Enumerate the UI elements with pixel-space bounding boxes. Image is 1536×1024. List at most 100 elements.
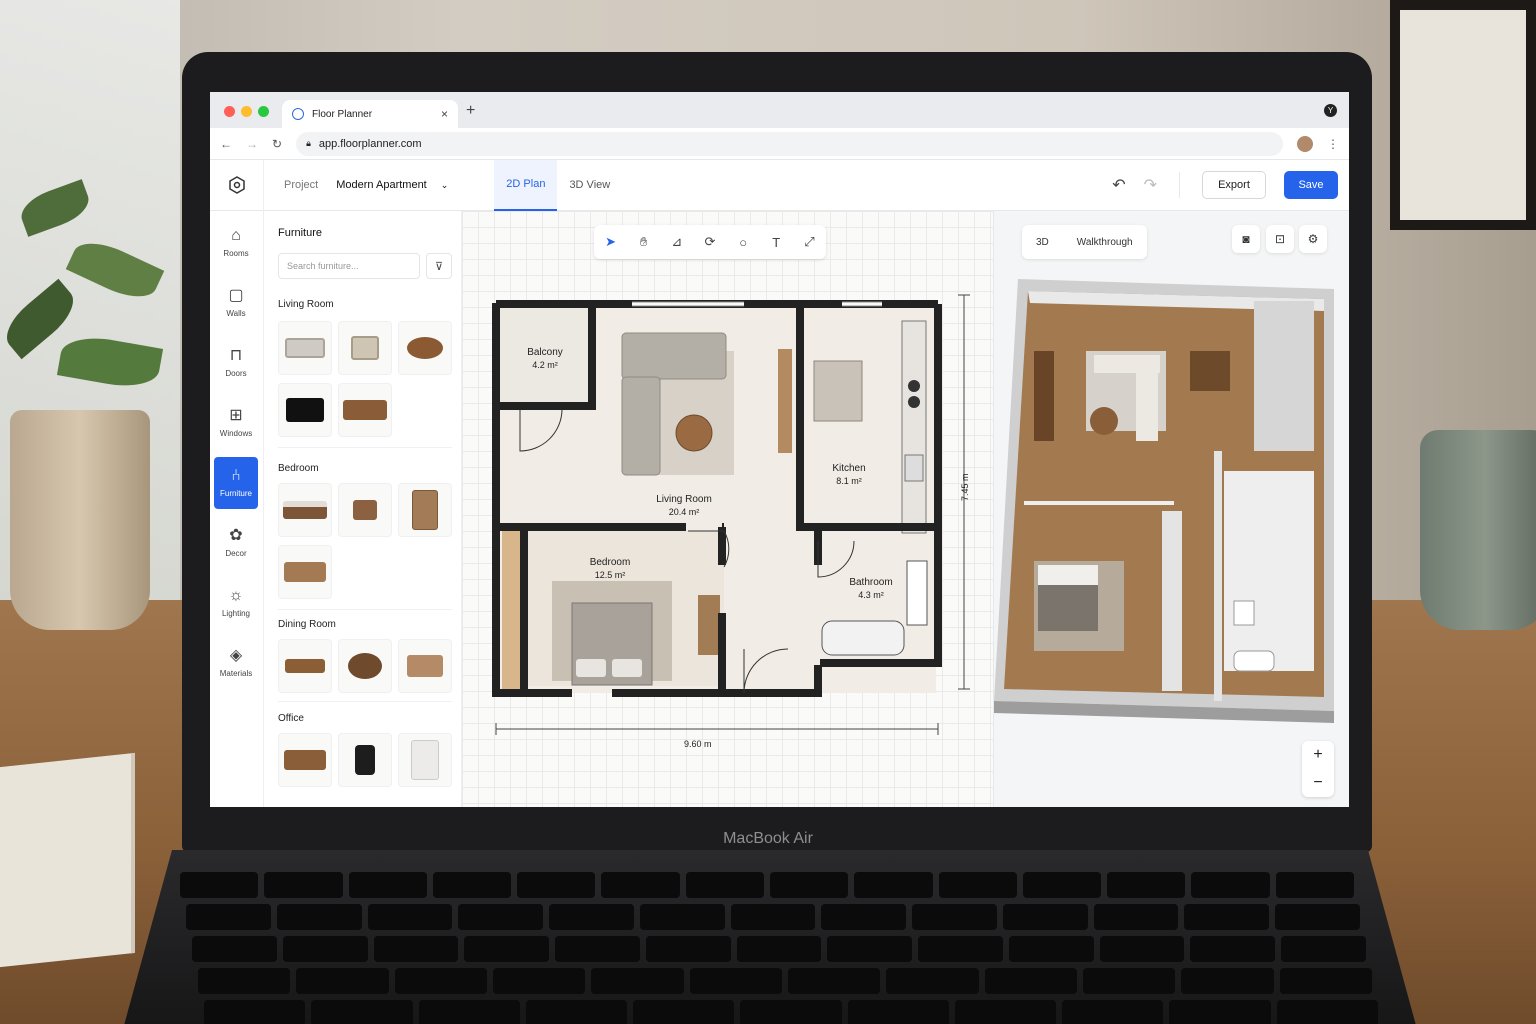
rail-item-label: Doors bbox=[225, 369, 247, 378]
filter-icon[interactable]: ⊽ bbox=[426, 253, 452, 279]
avatar[interactable] bbox=[1297, 135, 1313, 152]
keyboard-key bbox=[1002, 904, 1088, 930]
tab-close-button[interactable]: × bbox=[441, 107, 448, 121]
keyboard bbox=[160, 872, 1380, 1024]
rail-item-walls[interactable]: ▢ Walls bbox=[214, 277, 258, 329]
rail-item-label: Furniture bbox=[219, 489, 252, 498]
rail-item-doors[interactable]: ⊓ Doors bbox=[214, 337, 258, 389]
keyboard-key bbox=[1099, 936, 1185, 962]
item-dresser[interactable] bbox=[278, 545, 332, 599]
room-label-kitchen[interactable]: Kitchen 8.1 m² bbox=[819, 463, 879, 486]
3d-render[interactable] bbox=[994, 271, 1349, 741]
mode-3d[interactable]: 3D bbox=[1022, 237, 1063, 248]
keyboard-key bbox=[296, 968, 389, 994]
project-selector[interactable]: Modern Apartment ⌄ bbox=[336, 179, 448, 191]
tab-title: Floor Planner bbox=[312, 108, 373, 120]
screen: Floor Planner × + Y ← → ↻ 🔒︎ app.floorpl… bbox=[210, 92, 1349, 807]
keyboard-key bbox=[394, 968, 487, 994]
close-window-button[interactable] bbox=[224, 106, 235, 117]
keyboard-key bbox=[276, 904, 362, 930]
keyboard-key bbox=[730, 904, 816, 930]
gear-icon[interactable]: ⚙ bbox=[1299, 225, 1327, 253]
item-office-chair[interactable] bbox=[338, 733, 392, 787]
keyboard-key bbox=[886, 968, 979, 994]
keyboard-key bbox=[736, 936, 822, 962]
keyboard-key bbox=[954, 1000, 1057, 1024]
save-button[interactable]: Save bbox=[1284, 171, 1338, 199]
search-input[interactable]: Search furniture... bbox=[278, 253, 420, 279]
item-dining-table[interactable] bbox=[278, 639, 332, 693]
keyboard-key bbox=[854, 872, 933, 898]
zoom-controls: + − bbox=[1302, 741, 1334, 797]
browser-menu-icon[interactable]: ⋮ bbox=[1327, 137, 1339, 151]
url-field[interactable]: 🔒︎ app.floorplanner.com bbox=[296, 131, 1283, 156]
keyboard-key bbox=[938, 872, 1017, 898]
zoom-in-button[interactable]: + bbox=[1313, 746, 1322, 764]
room-label-balcony[interactable]: Balcony 4.2 m² bbox=[520, 347, 570, 370]
item-pouf[interactable] bbox=[398, 321, 452, 375]
keyboard-key bbox=[847, 1000, 949, 1024]
new-tab-button[interactable]: + bbox=[466, 102, 475, 120]
rail-item-windows[interactable]: ⊞ Windows bbox=[214, 397, 258, 449]
keyboard-key bbox=[458, 904, 544, 930]
redo-icon[interactable]: ↷ bbox=[1144, 175, 1157, 195]
item-desk[interactable] bbox=[278, 733, 332, 787]
minimize-window-button[interactable] bbox=[241, 106, 252, 117]
plan-canvas[interactable]: ➤ ✋︎ ⊿ ⟳ ○ T ⤢ Balcony 4.2 m² Living Roo… bbox=[462, 211, 993, 807]
maximize-window-button[interactable] bbox=[258, 106, 269, 117]
back-arrow-icon[interactable]: ← bbox=[220, 137, 232, 151]
keyboard-key bbox=[1191, 872, 1270, 898]
undo-icon[interactable]: ↶ bbox=[1112, 175, 1125, 195]
rail-item-decor[interactable]: ✿ Decor bbox=[214, 517, 258, 569]
rail-item-rooms[interactable]: ⌂ Rooms bbox=[214, 217, 258, 269]
item-tv[interactable] bbox=[278, 383, 332, 437]
export-button[interactable]: Export bbox=[1202, 171, 1266, 199]
panel-title: Furniture bbox=[278, 227, 323, 239]
item-dining-set[interactable] bbox=[338, 639, 392, 693]
tab-2d-plan[interactable]: 2D Plan bbox=[494, 159, 558, 211]
tab-3d-view[interactable]: 3D View bbox=[557, 160, 622, 211]
item-armchair[interactable] bbox=[338, 321, 392, 375]
3d-preview-pane: 3D Walkthrough ◙ ⊡ ⚙ + − bbox=[993, 211, 1349, 807]
device-label: MacBook Air bbox=[723, 830, 813, 847]
browser-profile-button[interactable]: Y bbox=[1324, 104, 1337, 117]
browser-tab[interactable]: Floor Planner × bbox=[282, 100, 458, 128]
keyboard-key bbox=[555, 936, 640, 962]
house-icon: ⌂ bbox=[231, 227, 241, 244]
rail-item-lighting[interactable]: ☼ Lighting bbox=[214, 577, 258, 629]
item-nightstand[interactable] bbox=[338, 483, 392, 537]
room-name: Bedroom bbox=[589, 557, 631, 568]
rail-item-furniture[interactable]: ⑃ Furniture bbox=[214, 457, 258, 509]
browser-tab-bar: Floor Planner × + Y bbox=[210, 92, 1349, 128]
item-chairs[interactable] bbox=[398, 639, 452, 693]
room-label-bedroom[interactable]: Bedroom 12.5 m² bbox=[582, 557, 638, 580]
keyboard-key bbox=[1062, 1000, 1164, 1024]
item-bed[interactable] bbox=[278, 483, 332, 537]
keyboard-key bbox=[591, 968, 684, 994]
item-cabinet[interactable] bbox=[398, 733, 452, 787]
app-logo-icon[interactable] bbox=[210, 159, 264, 211]
room-label-living-room[interactable]: Living Room 20.4 m² bbox=[644, 494, 724, 517]
screenshot-icon[interactable]: ⊡ bbox=[1266, 225, 1294, 253]
item-sofa[interactable] bbox=[278, 321, 332, 375]
keyboard-key bbox=[192, 936, 277, 962]
rail-item-label: Decor bbox=[225, 549, 247, 558]
reload-icon[interactable]: ↻ bbox=[272, 137, 282, 151]
room-label-bathroom[interactable]: Bathroom 4.3 m² bbox=[840, 577, 902, 600]
keyboard-key bbox=[827, 936, 913, 962]
light-bulb-icon: ☼ bbox=[228, 587, 244, 604]
zoom-out-button[interactable]: − bbox=[1313, 774, 1322, 792]
keyboard-key bbox=[633, 1000, 735, 1024]
chevron-down-icon: ⌄ bbox=[440, 179, 449, 190]
camera-icon[interactable]: ◙ bbox=[1232, 225, 1260, 253]
item-tv-stand[interactable] bbox=[338, 383, 392, 437]
keyboard-key bbox=[918, 936, 1003, 962]
rail-item-materials[interactable]: ◈ Materials bbox=[214, 637, 258, 689]
keyboard-key bbox=[418, 1000, 520, 1024]
keyboard-key bbox=[1281, 936, 1366, 962]
address-bar-row: ← → ↻ 🔒︎ app.floorplanner.com ⋮ bbox=[210, 128, 1349, 160]
forward-arrow-icon[interactable]: → bbox=[246, 137, 258, 151]
keyboard-key bbox=[1169, 1000, 1271, 1024]
item-wardrobe[interactable] bbox=[398, 483, 452, 537]
mode-walkthrough[interactable]: Walkthrough bbox=[1063, 237, 1147, 248]
